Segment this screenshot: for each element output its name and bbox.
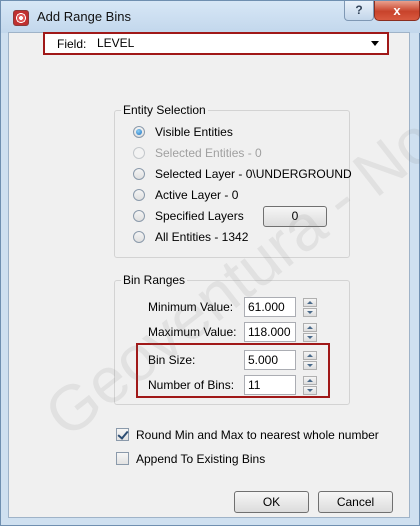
dialog-client-area: [8, 32, 410, 518]
maximum-value-input[interactable]: 118.000: [244, 322, 296, 342]
chevron-down-icon[interactable]: [371, 41, 379, 46]
radio-button: [133, 147, 145, 159]
radio-label: Selected Entities - 0: [155, 146, 262, 160]
ok-button[interactable]: OK: [234, 491, 309, 513]
minimum-value-input[interactable]: 61.000: [244, 297, 296, 317]
field-dropdown[interactable]: LEVEL: [97, 35, 383, 52]
round-min-max-checkbox[interactable]: [116, 428, 129, 441]
maximum-value-label: Maximum Value:: [148, 325, 237, 339]
radio-label: All Entities - 1342: [155, 230, 249, 244]
spin-down-icon[interactable]: [303, 308, 317, 317]
radio-button[interactable]: [133, 168, 145, 180]
entity-selection-title: Entity Selection: [121, 103, 208, 117]
round-min-max-label: Round Min and Max to nearest whole numbe…: [136, 428, 379, 442]
field-label: Field:: [57, 37, 87, 51]
radio-button[interactable]: [133, 231, 145, 243]
minimum-value-spinner[interactable]: [303, 298, 317, 317]
help-button[interactable]: ?: [344, 1, 374, 21]
radio-label: Specified Layers: [155, 209, 244, 223]
bin-ranges-title: Bin Ranges: [121, 273, 188, 287]
cancel-button[interactable]: Cancel: [318, 491, 393, 513]
field-dropdown-value: LEVEL: [97, 36, 135, 50]
field-row: Field: LEVEL: [43, 32, 389, 55]
radio-button[interactable]: [133, 126, 145, 138]
minimum-value-label: Minimum Value:: [148, 300, 234, 314]
window-title: Add Range Bins: [37, 9, 131, 24]
radio-button[interactable]: [133, 189, 145, 201]
entity-selection-group: Entity Selection Visible Entities Select…: [114, 103, 352, 258]
radio-label: Selected Layer - 0\UNDERGROUND: [155, 167, 352, 181]
spin-up-icon[interactable]: [303, 298, 317, 307]
specified-layers-button[interactable]: 0: [263, 206, 327, 227]
title-bar[interactable]: Add Range Bins ? x: [1, 1, 420, 33]
radio-button[interactable]: [133, 210, 145, 222]
maximum-value-spinner[interactable]: [303, 323, 317, 342]
radio-label: Active Layer - 0: [155, 188, 239, 202]
spin-up-icon[interactable]: [303, 323, 317, 332]
bin-size-highlight: [136, 343, 330, 398]
close-button[interactable]: x: [374, 1, 420, 21]
radio-label: Visible Entities: [155, 125, 233, 139]
append-bins-label: Append To Existing Bins: [136, 452, 266, 466]
spin-down-icon[interactable]: [303, 333, 317, 342]
app-icon: [13, 10, 29, 26]
append-bins-checkbox[interactable]: [116, 452, 129, 465]
